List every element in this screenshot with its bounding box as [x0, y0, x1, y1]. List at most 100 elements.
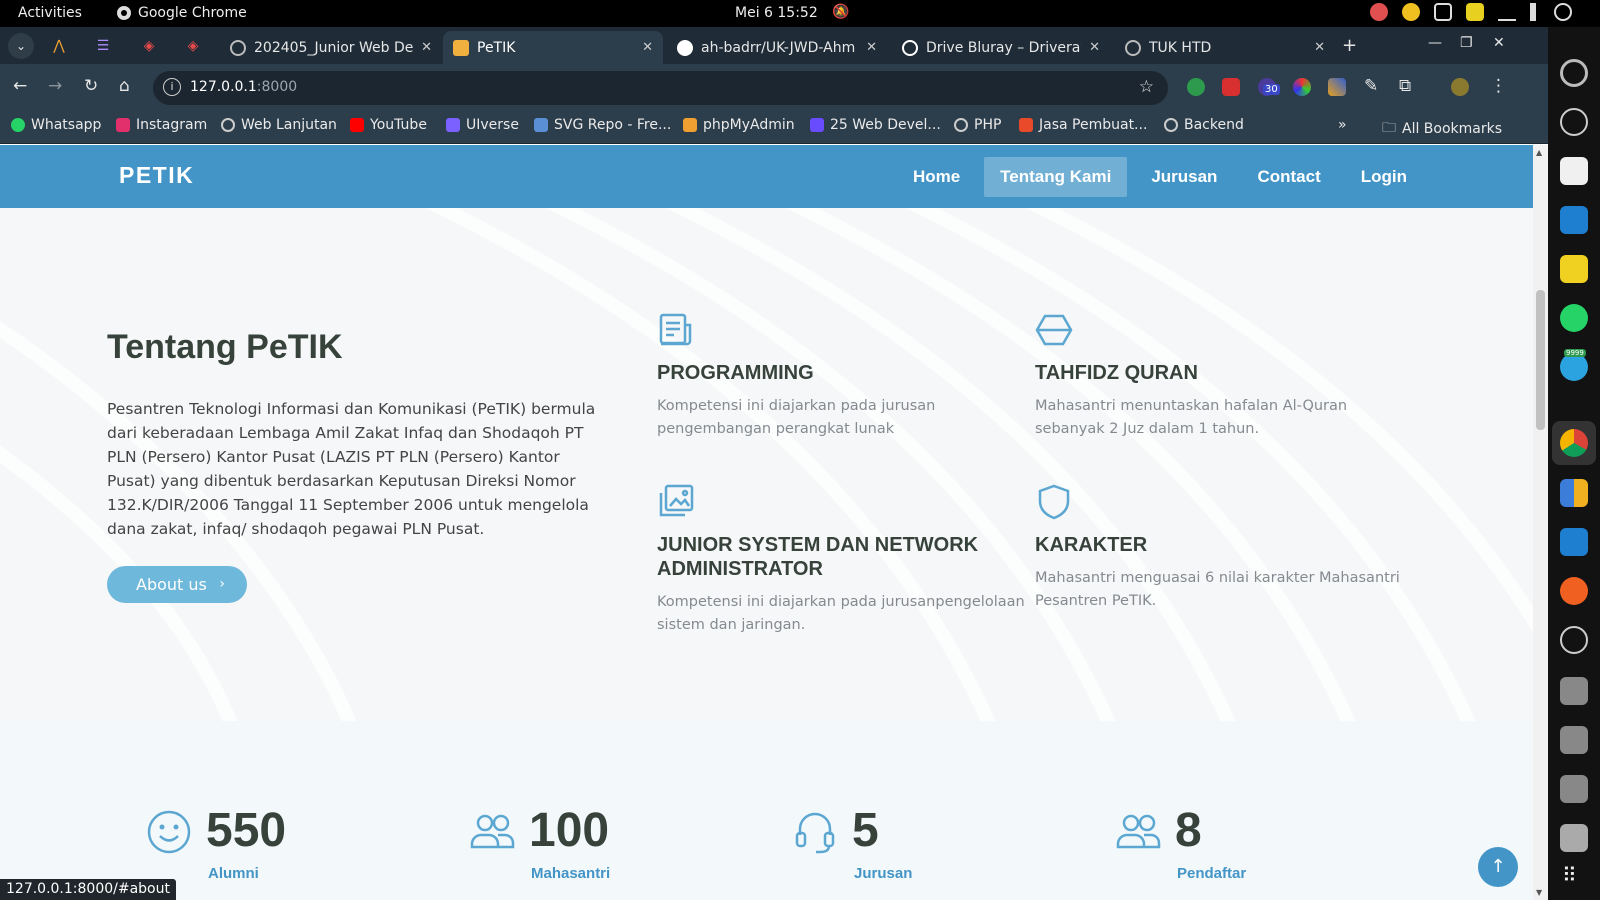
- page-scrollbar[interactable]: ▲ ▼: [1533, 145, 1548, 900]
- tray-screenshot-icon[interactable]: [1434, 3, 1452, 21]
- dock-notes-icon[interactable]: [1560, 255, 1588, 283]
- smile-icon: [147, 810, 191, 854]
- show-apps-grid-icon[interactable]: ⠿: [1562, 863, 1577, 887]
- bookmark-label: YouTube: [370, 117, 427, 133]
- app-menu[interactable]: Google Chrome: [116, 5, 247, 21]
- dock-disk-icon[interactable]: [1560, 726, 1588, 754]
- bookmark-instagram[interactable]: Instagram: [116, 117, 207, 133]
- dock-trash-icon[interactable]: [1560, 824, 1588, 852]
- notifications-muted-icon[interactable]: 🔕: [832, 4, 849, 20]
- close-window-icon[interactable]: ✕: [1493, 35, 1505, 51]
- back-icon[interactable]: ←: [13, 76, 27, 96]
- reload-icon[interactable]: ↻: [84, 76, 98, 96]
- bookmark-php[interactable]: PHP: [954, 117, 1001, 133]
- dock-text-editor-icon[interactable]: [1560, 157, 1588, 185]
- dock-chrome-icon[interactable]: [1560, 429, 1588, 457]
- petik-favicon-icon: [453, 39, 469, 56]
- dock-pen-icon[interactable]: [1560, 577, 1588, 605]
- tab-3[interactable]: Drive Bluray – Driveray ✕: [892, 31, 1110, 64]
- extension-pen-icon[interactable]: [1328, 78, 1346, 96]
- tray-notes-icon[interactable]: [1466, 3, 1484, 21]
- tray-chrome-icon[interactable]: [1402, 3, 1420, 21]
- back-to-top-button[interactable]: ↑: [1478, 847, 1518, 887]
- pinned-tab-list-icon[interactable]: ☰: [90, 33, 116, 59]
- scroll-up-arrow-icon[interactable]: ▲: [1536, 148, 1542, 157]
- scroll-down-arrow-icon[interactable]: ▼: [1536, 888, 1542, 897]
- close-tab-icon[interactable]: ✕: [1089, 40, 1100, 55]
- bookmark-web-lanjutan[interactable]: Web Lanjutan: [221, 117, 337, 133]
- bookmark-25-web-devel[interactable]: 25 Web Devel...: [810, 117, 941, 133]
- restore-icon[interactable]: ❐: [1460, 35, 1473, 51]
- feature-title: JUNIOR SYSTEM DAN NETWORK ADMINISTRATOR: [657, 534, 979, 580]
- tab-0[interactable]: 202405_Junior Web De ✕: [220, 31, 442, 64]
- tab-title: Drive Bluray – Driveray: [926, 39, 1082, 56]
- site-logo[interactable]: PETIK: [119, 162, 194, 189]
- bookmark-phpmyadmin[interactable]: phpMyAdmin: [683, 117, 795, 133]
- chrome-icon: [117, 6, 131, 20]
- tab-2[interactable]: ah-badrr/UK-JWD-Ahm ✕: [667, 31, 887, 64]
- new-tab-button[interactable]: +: [1342, 35, 1357, 56]
- extension-badge-icon[interactable]: 30: [1258, 78, 1280, 96]
- tab-search-button[interactable]: ⌄: [8, 33, 34, 59]
- profile-avatar[interactable]: [1451, 78, 1469, 96]
- all-bookmarks-folder[interactable]: 🗀 All Bookmarks: [1382, 117, 1502, 141]
- eyedropper-icon[interactable]: ✎: [1364, 76, 1378, 96]
- pinned-tab-phpmyadmin-icon[interactable]: ⋀: [46, 33, 72, 59]
- site-info-icon[interactable]: i: [163, 78, 181, 96]
- close-tab-icon[interactable]: ✕: [866, 40, 877, 55]
- volume-icon[interactable]: [1530, 3, 1540, 21]
- about-us-button[interactable]: About us ›: [107, 566, 247, 603]
- dock-obs-icon[interactable]: [1560, 108, 1588, 136]
- dock-calculator-icon[interactable]: [1560, 479, 1588, 507]
- extensions-puzzle-icon[interactable]: ⧉: [1399, 76, 1411, 96]
- kebab-menu-icon[interactable]: ⋮: [1490, 76, 1507, 96]
- feature-title: TAHFIDZ QURAN: [1035, 362, 1198, 384]
- bookmark-backend[interactable]: Backend: [1164, 117, 1244, 133]
- pinned-tab-laravel-icon[interactable]: ◈: [136, 33, 162, 59]
- extension-lock-icon[interactable]: [1222, 78, 1240, 96]
- bookmark-jasa-pembuat[interactable]: Jasa Pembuat...: [1019, 117, 1147, 133]
- feature-title: PROGRAMMING: [657, 362, 814, 384]
- dock-disk-icon-2[interactable]: [1560, 775, 1588, 803]
- bookmark-uiverse[interactable]: UIverse: [446, 117, 519, 133]
- nav-login[interactable]: Login: [1345, 157, 1423, 197]
- dock-ssd-icon[interactable]: [1560, 677, 1588, 705]
- bookmark-star-icon[interactable]: ☆: [1139, 77, 1154, 97]
- home-icon[interactable]: ⌂: [119, 76, 130, 96]
- clock[interactable]: Mei 6 15:52: [735, 5, 818, 21]
- dock-chat-icon[interactable]: [1560, 626, 1588, 654]
- minimize-icon[interactable]: —: [1428, 35, 1442, 51]
- tray-app-icon[interactable]: [1370, 3, 1388, 21]
- dock-vscode-icon[interactable]: [1560, 206, 1588, 234]
- extension-shield-icon[interactable]: [1187, 78, 1205, 96]
- bookmark-youtube[interactable]: YouTube: [350, 117, 427, 133]
- tab-1-active[interactable]: PeTIK ✕: [443, 31, 663, 64]
- dock-remote-icon[interactable]: [1560, 528, 1588, 556]
- bookmark-whatsapp[interactable]: Whatsapp: [11, 117, 101, 133]
- activities-button[interactable]: Activities: [18, 5, 82, 21]
- dock-settings-icon[interactable]: [1560, 59, 1588, 87]
- address-bar[interactable]: i 127.0.0.1:8000 ☆: [153, 71, 1168, 105]
- dock-telegram-icon[interactable]: 9999: [1560, 349, 1588, 381]
- color-picker-icon[interactable]: [1293, 78, 1311, 96]
- nav-home[interactable]: Home: [897, 157, 976, 197]
- close-tab-icon[interactable]: ✕: [421, 40, 432, 55]
- close-tab-icon[interactable]: ✕: [1314, 40, 1325, 55]
- close-tab-icon[interactable]: ✕: [642, 40, 653, 55]
- url-text[interactable]: 127.0.0.1:8000: [190, 79, 297, 95]
- more-bookmarks-chevron-icon[interactable]: »: [1338, 117, 1347, 133]
- scrollbar-thumb[interactable]: [1536, 290, 1545, 430]
- dock-whatsapp-icon[interactable]: [1560, 304, 1588, 332]
- bookmark-svg-repo[interactable]: SVG Repo - Fre...: [534, 117, 671, 133]
- tab-4[interactable]: TUK HTD ✕: [1115, 31, 1335, 64]
- network-icon[interactable]: [1498, 3, 1516, 21]
- headset-icon: [795, 812, 835, 854]
- pinned-tab-laravel-icon-2[interactable]: ◈: [180, 33, 206, 59]
- nav-tentang-kami[interactable]: Tentang Kami: [984, 157, 1128, 197]
- nav-contact[interactable]: Contact: [1241, 157, 1336, 197]
- github-icon: [677, 39, 693, 56]
- power-icon[interactable]: [1554, 3, 1572, 21]
- dock-badge: 9999: [1564, 349, 1586, 357]
- nav-jurusan[interactable]: Jurusan: [1135, 157, 1233, 197]
- forward-icon[interactable]: →: [48, 76, 62, 96]
